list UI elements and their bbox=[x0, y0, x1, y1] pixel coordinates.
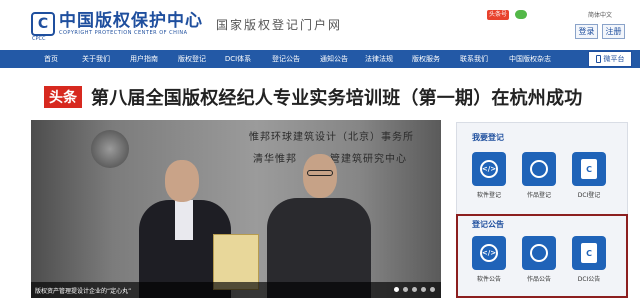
carousel-caption-bar: 版权资产管理提设计企业的“定心丸” bbox=[31, 282, 441, 298]
logo-abbreviation: CPCC bbox=[32, 36, 46, 42]
headline-tag: 头条 bbox=[44, 86, 82, 108]
dci-registration-label: DCI登记 bbox=[577, 192, 601, 199]
carousel-dot[interactable] bbox=[430, 287, 435, 292]
software-registration-label: 软件登记 bbox=[476, 192, 501, 199]
nav-item-registration-notice[interactable]: 登记公告 bbox=[260, 50, 312, 68]
wall-emblem bbox=[91, 130, 129, 168]
photo-person-right bbox=[267, 154, 371, 298]
copyright-logo-icon: C bbox=[31, 12, 55, 36]
language-selector[interactable]: 简体中文 bbox=[588, 10, 612, 19]
nav-item-copyright-registration[interactable]: 版权登记 bbox=[168, 50, 216, 68]
artwork-icon bbox=[530, 160, 548, 178]
wall-sign-line1: 惟邦环球建筑设计（北京）事务所 bbox=[249, 132, 414, 143]
work-registration-label: 作品登记 bbox=[526, 192, 551, 199]
site-slogan: 国家版权登记门户网 bbox=[216, 18, 343, 32]
dci-registration-button[interactable]: C bbox=[572, 152, 606, 186]
logo-english-name: COPYRIGHT PROTECTION CENTER OF CHINA bbox=[59, 30, 188, 36]
carousel-dot[interactable] bbox=[421, 287, 426, 292]
dci-icon: C bbox=[581, 159, 597, 179]
top-headline[interactable]: 头条 第八届全国版权经纪人专业实务培训班（第一期）在杭州成功 bbox=[44, 84, 582, 110]
highlight-annotation-box bbox=[456, 214, 628, 298]
register-section-title: 我要登记 bbox=[472, 133, 504, 142]
nav-item-services[interactable]: 版权服务 bbox=[402, 50, 450, 68]
nav-item-contact[interactable]: 联系我们 bbox=[450, 50, 498, 68]
main-nav: 首页 关于我们 用户指南 版权登记 DCI体系 登记公告 通知公告 法律法规 版… bbox=[0, 50, 640, 68]
micro-platform-label: 微平台 bbox=[603, 55, 625, 63]
nav-item-home[interactable]: 首页 bbox=[30, 50, 72, 68]
phone-icon bbox=[595, 55, 601, 63]
news-carousel[interactable]: 惟邦环球建筑设计（北京）事务所 清华惟邦 管建筑研究中心 版权资产管理提设计企业… bbox=[31, 120, 441, 298]
carousel-caption[interactable]: 版权资产管理提设计企业的“定心丸” bbox=[35, 286, 131, 295]
carousel-dot[interactable] bbox=[403, 287, 408, 292]
weibo-link[interactable]: 头条号 bbox=[487, 10, 509, 20]
headline-text[interactable]: 第八届全国版权经纪人专业实务培训班（第一期）在杭州成功 bbox=[91, 84, 582, 110]
wechat-icon[interactable] bbox=[515, 10, 527, 19]
carousel-dot[interactable] bbox=[394, 287, 399, 292]
micro-platform-button[interactable]: 微平台 bbox=[588, 51, 632, 67]
page: C 中国版权保护中心 COPYRIGHT PROTECTION CENTER O… bbox=[0, 0, 640, 302]
site-logo[interactable]: C 中国版权保护中心 COPYRIGHT PROTECTION CENTER O… bbox=[31, 12, 203, 36]
login-button[interactable]: 登录 bbox=[575, 24, 598, 39]
software-registration-button[interactable]: </> bbox=[472, 152, 506, 186]
register-button[interactable]: 注册 bbox=[602, 24, 625, 39]
logo-text: 中国版权保护中心 COPYRIGHT PROTECTION CENTER OF … bbox=[59, 12, 203, 36]
logo-chinese-name: 中国版权保护中心 bbox=[59, 11, 203, 31]
nav-item-laws[interactable]: 法律法规 bbox=[356, 50, 402, 68]
nav-item-dci[interactable]: DCI体系 bbox=[216, 50, 260, 68]
nav-item-about[interactable]: 关于我们 bbox=[72, 50, 120, 68]
code-icon: </> bbox=[480, 160, 498, 178]
carousel-dot[interactable] bbox=[412, 287, 417, 292]
carousel-dots bbox=[390, 287, 435, 292]
site-header: C 中国版权保护中心 COPYRIGHT PROTECTION CENTER O… bbox=[0, 0, 640, 49]
nav-item-user-guide[interactable]: 用户指南 bbox=[120, 50, 168, 68]
nav-item-notices[interactable]: 通知公告 bbox=[312, 50, 356, 68]
nav-item-magazine[interactable]: 中国版权杂志 bbox=[498, 50, 562, 68]
work-registration-button[interactable] bbox=[522, 152, 556, 186]
